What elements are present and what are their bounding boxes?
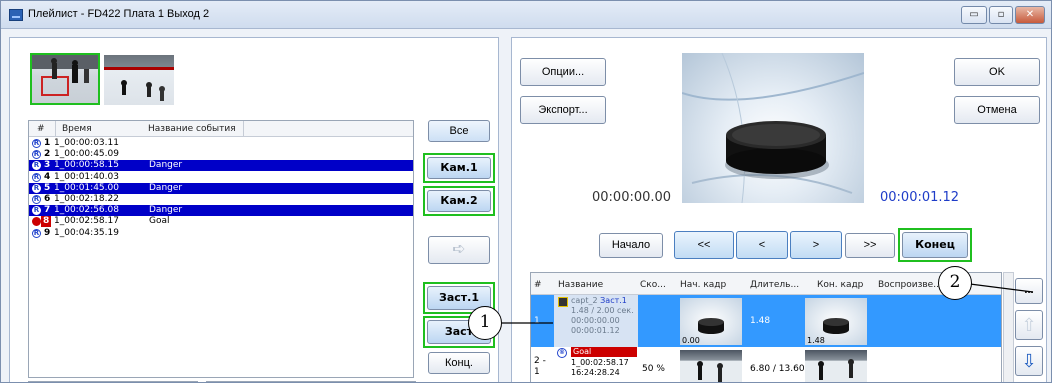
callout-1: 1 — [468, 306, 502, 340]
callout-2: 2 — [938, 266, 972, 300]
playlist-window: Плейлист - FD422 Плата 1 Выход 2 ▭ ▫ ✕ #… — [0, 0, 1052, 383]
callout-lines — [502, 283, 1034, 324]
